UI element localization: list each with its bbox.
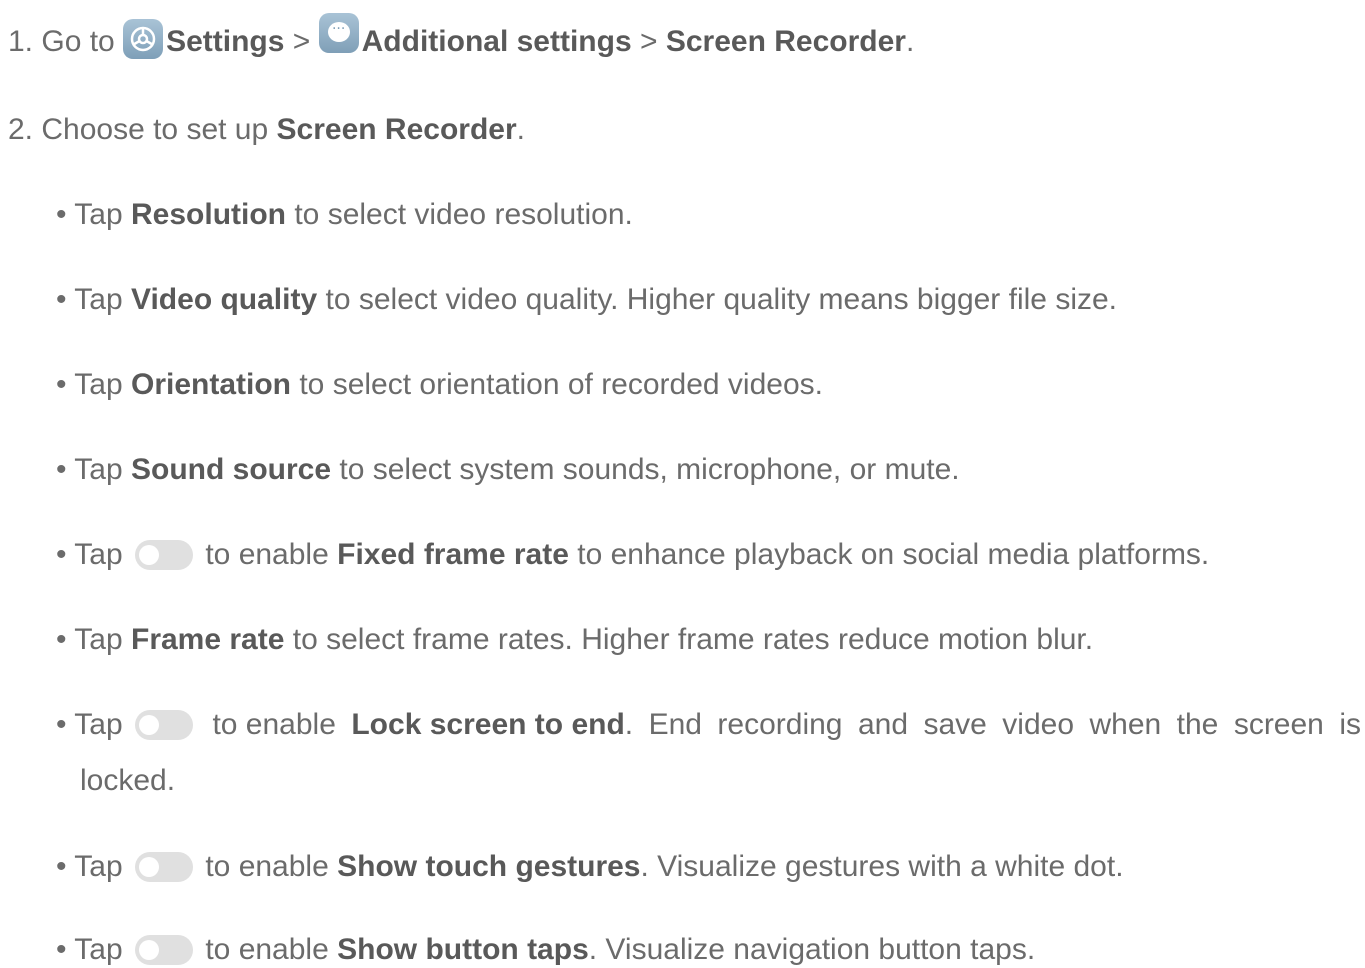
bullet-prefix: • Tap: [56, 453, 131, 486]
bullet-prefix: • Tap: [56, 538, 131, 571]
bullet-show-button-taps: • Tap to enable Show button taps. Visual…: [56, 932, 1035, 968]
toggle-knob: [139, 940, 159, 960]
bullet-text: . Visualize navigation button taps.: [588, 933, 1036, 966]
bullet-bold: Orientation: [131, 368, 292, 401]
bullet-frame-rate: • Tap Frame rate to select frame rates. …: [56, 622, 1093, 658]
separator: >: [631, 25, 666, 58]
settings-gear-icon: [123, 19, 164, 59]
bullet-video-quality: • Tap Video quality to select video qual…: [56, 282, 1117, 318]
bullet-text: to select system sounds, microphone, or …: [331, 453, 960, 486]
toggle-knob: [139, 715, 159, 735]
bullet-text-continued: locked.: [80, 764, 176, 797]
bullet-bold: Frame rate: [131, 623, 285, 656]
screen-recorder-label: Screen Recorder: [276, 113, 517, 146]
bullet-text: to enhance playback on social media plat…: [568, 538, 1210, 571]
justified-line: • Tap to enable Lock screen to end. End …: [56, 707, 1361, 743]
word: screen: [1233, 708, 1324, 741]
additional-settings-label: Additional settings: [361, 25, 632, 58]
bullet-text: to select orientation of recorded videos…: [291, 368, 823, 401]
bullet-prefix: • Tap: [56, 850, 131, 883]
bullet-text: to select video quality. Higher quality …: [317, 283, 1118, 316]
bullet-bold: Show button taps: [337, 933, 589, 966]
step-1: 1. Go to Settings > ··· Additional settin…: [8, 13, 915, 60]
settings-label: Settings: [166, 25, 285, 58]
bullet-sound-source: • Tap Sound source to select system soun…: [56, 452, 960, 488]
word: recording: [717, 708, 843, 741]
bullet-prefix: • Tap: [56, 933, 131, 966]
bullet-mid: to enable: [197, 933, 338, 966]
step-2-prefix: 2. Choose to set up: [8, 113, 277, 146]
dots-glyph: ···: [331, 21, 346, 37]
bullet-bold: Video quality: [131, 283, 318, 316]
word: the: [1176, 708, 1219, 741]
word: to enable: [212, 708, 336, 741]
word: and: [857, 708, 909, 741]
step-2: 2. Choose to set up Screen Recorder.: [8, 112, 525, 148]
bullet-show-touch-gestures: • Tap to enable Show touch gestures. Vis…: [56, 849, 1124, 885]
separator: >: [284, 25, 319, 58]
toggle-knob: [139, 545, 159, 565]
bullet-bold: Fixed frame rate: [337, 538, 569, 571]
word: video: [1002, 708, 1075, 741]
bullet-lock-screen-to-end: • Tap to enable Lock screen to end. End …: [56, 707, 1361, 799]
bullet-prefix: • Tap: [56, 198, 131, 231]
screen-recorder-label: Screen Recorder: [665, 25, 906, 58]
toggle-switch-icon: [135, 935, 193, 965]
bullet-resolution: • Tap Resolution to select video resolut…: [56, 197, 633, 233]
bullet-bold: Sound source: [131, 453, 332, 486]
bullet-text: to select frame rates. Higher frame rate…: [284, 623, 1094, 656]
bullet-mid: to enable: [197, 850, 338, 883]
word: End: [648, 708, 702, 741]
period: .: [905, 25, 915, 58]
lead-phrase: • Tap: [56, 707, 197, 743]
toggle-switch-icon: [135, 540, 193, 570]
bullet-bold: Resolution: [131, 198, 286, 231]
step-1-prefix: 1. Go to: [8, 25, 124, 58]
more-dots-icon: ···: [318, 13, 359, 53]
toggle-switch-icon: [135, 710, 193, 740]
bold-phrase: Lock screen to end.: [351, 707, 633, 743]
word: is: [1339, 708, 1361, 741]
bullet-prefix: • Tap: [56, 283, 131, 316]
toggle-switch-icon: [135, 852, 193, 882]
bullet-prefix: • Tap: [56, 368, 131, 401]
word: .: [624, 708, 634, 741]
bullet-text: to select video resolution.: [286, 198, 633, 231]
bullet-mid: to enable: [197, 538, 338, 571]
bullet-text: . Visualize gestures with a white dot.: [640, 850, 1124, 883]
word: save: [923, 708, 987, 741]
period: .: [516, 113, 525, 146]
bullet-bold: Lock screen to end: [351, 708, 625, 741]
bullet-bold: Show touch gestures: [337, 850, 641, 883]
bullet-fixed-frame-rate: • Tap to enable Fixed frame rate to enha…: [56, 537, 1209, 573]
toggle-knob: [139, 857, 159, 877]
bullet-orientation: • Tap Orientation to select orientation …: [56, 367, 823, 403]
bullet-prefix: • Tap: [56, 708, 131, 741]
word: when: [1089, 708, 1162, 741]
bullet-prefix: • Tap: [56, 623, 131, 656]
